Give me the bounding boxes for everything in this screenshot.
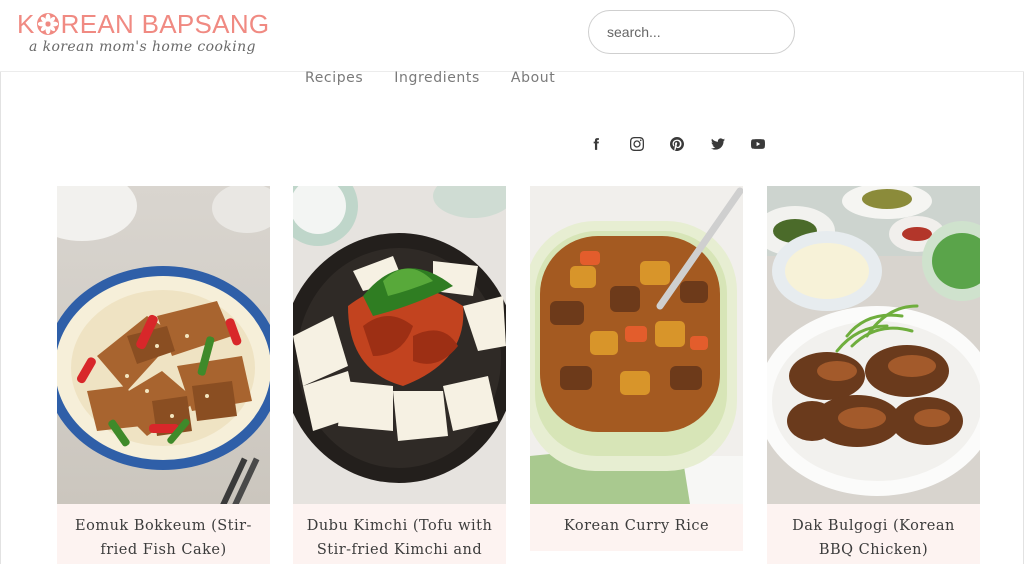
recipe-photo-dak-bulgogi[interactable] [767,186,980,504]
flower-icon [36,13,59,35]
nav-item-ingredients[interactable]: Ingredients [394,67,480,89]
pinterest-icon[interactable] [667,134,687,154]
nav-item-about[interactable]: About [511,67,555,89]
logo-title: K REAN BAPSANG [17,8,269,40]
social-links [586,134,789,154]
recipe-photo-korean-curry-rice[interactable] [530,186,743,504]
nav-item-recipes[interactable]: Recipes [305,67,363,89]
instagram-icon[interactable] [627,134,647,154]
recipe-title[interactable]: Korean Curry Rice [530,504,743,551]
search-input[interactable] [588,10,795,54]
recipe-card[interactable]: Dubu Kimchi (Tofu with Stir-fried Kimchi… [293,186,506,564]
youtube-icon[interactable] [748,134,768,154]
recipe-title[interactable]: Eomuk Bokkeum (Stir-fried Fish Cake) [57,504,270,564]
recipe-card[interactable]: Dak Bulgogi (Korean BBQ Chicken) [767,186,980,564]
logo-title-rest: REAN BAPSANG [60,9,270,39]
recipe-card[interactable]: Eomuk Bokkeum (Stir-fried Fish Cake) [57,186,270,564]
recipe-photo-dubu-kimchi[interactable] [293,186,506,504]
main-nav: Recipes Ingredients About [305,67,586,89]
recipe-photo-eomuk-bokkeum[interactable] [57,186,270,504]
facebook-icon[interactable] [586,134,606,154]
recipe-title[interactable]: Dubu Kimchi (Tofu with Stir-fried Kimchi… [293,504,506,564]
twitter-icon[interactable] [708,134,728,154]
recipe-grid: Eomuk Bokkeum (Stir-fried Fish Cake) Dub… [57,186,980,564]
logo-title-start: K [17,9,35,39]
logo-tagline: a korean mom's home cooking [29,39,256,55]
site-header: K REAN BAPSANG a korean mom's home cooki… [0,0,1024,72]
site-logo[interactable]: K REAN BAPSANG a korean mom's home cooki… [17,8,269,66]
recipe-title[interactable]: Dak Bulgogi (Korean BBQ Chicken) [767,504,980,564]
recipe-card[interactable]: Korean Curry Rice [530,186,743,564]
